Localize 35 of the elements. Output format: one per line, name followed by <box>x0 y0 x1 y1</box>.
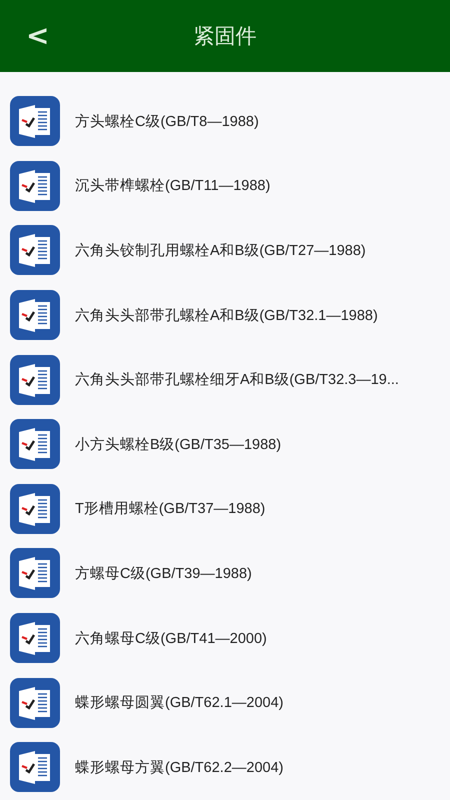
list-item[interactable]: 六角头铰制孔用螺栓A和B级(GB/T27—1988) <box>0 218 450 283</box>
item-label: 六角头头部带孔螺栓细牙A和B级(GB/T32.3—19... <box>75 370 399 390</box>
list-item[interactable]: 沉头带榫螺栓(GB/T11—1988) <box>0 154 450 218</box>
list-item[interactable]: 六角头头部带孔螺栓A和B级(GB/T32.1—1988) <box>0 282 450 348</box>
document-icon <box>10 742 60 792</box>
document-icon <box>10 484 60 534</box>
document-icon <box>10 160 60 211</box>
page-title: 紧固件 <box>194 23 256 50</box>
item-label: T形槽用螺栓(GB/T37—1988) <box>75 500 266 518</box>
item-label: 六角头头部带孔螺栓A和B级(GB/T32.1—1988) <box>75 306 378 325</box>
document-icon <box>10 678 60 728</box>
document-icon <box>10 225 60 276</box>
item-label: 方头螺栓C级(GB/T8—1988) <box>75 112 259 131</box>
list-item[interactable]: 方头螺栓C级(GB/T8—1988) <box>0 89 450 154</box>
item-label: 方螺母C级(GB/T39—1988) <box>75 564 252 583</box>
list-item[interactable]: 方螺母C级(GB/T39—1988) <box>0 541 450 606</box>
list-item[interactable]: 六角螺母C级(GB/T41—2000) <box>0 606 450 670</box>
back-button[interactable]: < <box>18 18 58 54</box>
list-item[interactable]: 六角头头部带孔螺栓细牙A和B级(GB/T32.3—19... <box>0 347 450 412</box>
item-label: 沉头带榫螺栓(GB/T11—1988) <box>75 177 270 196</box>
list-item[interactable]: T形槽用螺栓(GB/T37—1988) <box>0 476 450 542</box>
list-item[interactable]: 蝶形螺母方翼(GB/T62.2—2004) <box>0 734 450 800</box>
list-item[interactable]: 小方头螺栓B级(GB/T35—1988) <box>0 412 450 477</box>
document-icon <box>10 96 60 146</box>
item-label: 蝶形螺母圆翼(GB/T62.1—2004) <box>75 694 284 712</box>
item-label: 蝶形螺母方翼(GB/T62.2—2004) <box>75 758 284 777</box>
item-label: 六角头铰制孔用螺栓A和B级(GB/T27—1988) <box>75 242 366 260</box>
document-icon <box>10 290 60 340</box>
item-label: 小方头螺栓B级(GB/T35—1988) <box>75 436 282 454</box>
item-label: 六角螺母C级(GB/T41—2000) <box>75 630 267 648</box>
document-icon <box>10 354 60 405</box>
document-icon <box>10 419 60 470</box>
document-icon <box>10 613 60 664</box>
list-item[interactable]: 蝶形螺母圆翼(GB/T62.1—2004) <box>0 670 450 735</box>
document-icon <box>10 548 60 598</box>
